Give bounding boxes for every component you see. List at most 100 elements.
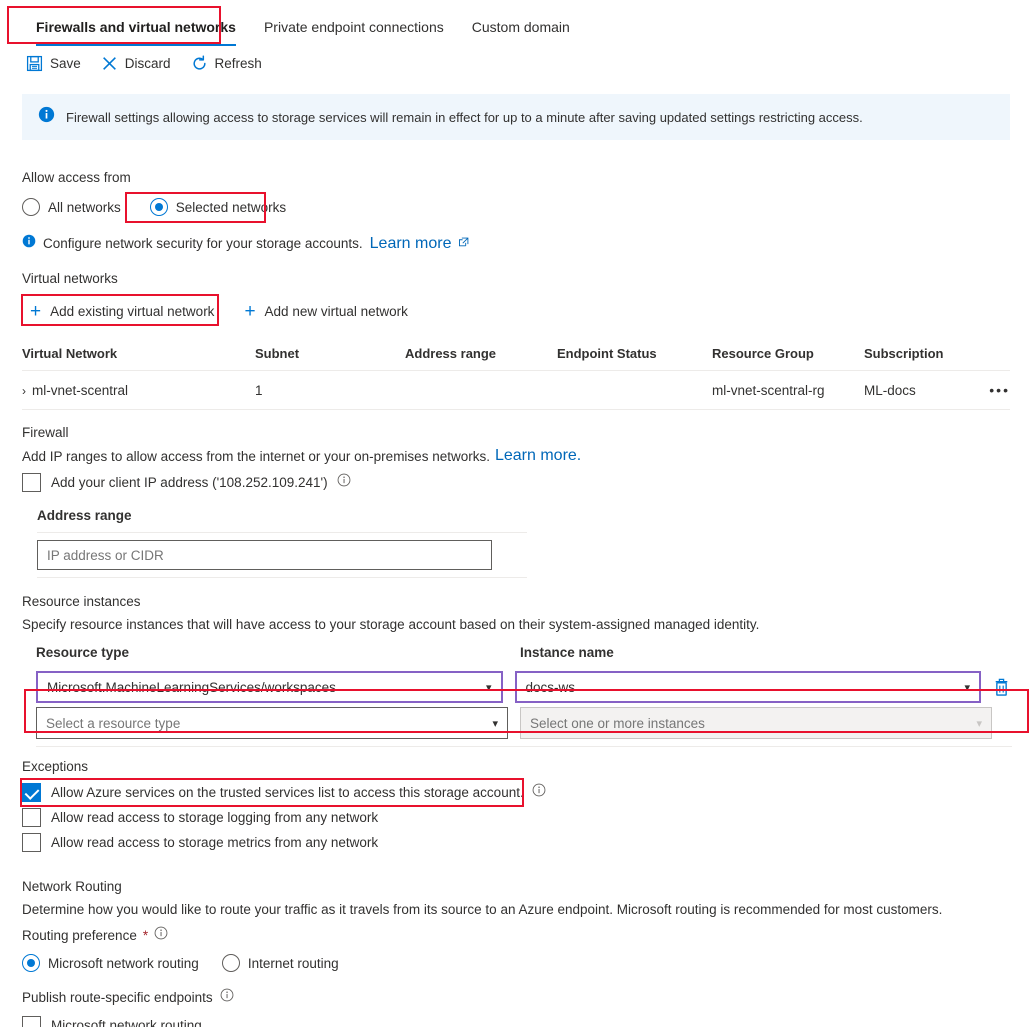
- exceptions-label: Exceptions: [22, 759, 89, 774]
- learn-more-link[interactable]: Learn more: [370, 235, 452, 253]
- divider: [37, 532, 527, 533]
- checkbox-label: Allow read access to storage logging fro…: [51, 810, 379, 825]
- radio-circle: [149, 198, 168, 216]
- chevron-down-icon: ▾: [492, 717, 498, 730]
- tab-custom-domain[interactable]: Custom domain: [458, 7, 584, 46]
- plus-icon: +: [30, 301, 42, 322]
- tab-label: Private endpoint connections: [263, 19, 444, 35]
- column-header-instance-name: Instance name: [520, 645, 614, 660]
- resource-instances-grid: Resource type Instance name Microsoft.Ma…: [24, 645, 1029, 739]
- info-icon[interactable]: [532, 783, 546, 802]
- checkbox-label: Add your client IP address ('108.252.109…: [51, 475, 328, 490]
- info-icon[interactable]: [154, 926, 168, 945]
- cell-virtual-network: › ml-vnet-scentral: [22, 370, 255, 410]
- refresh-button[interactable]: Refresh: [191, 55, 262, 72]
- virtual-networks-label: Virtual networks: [22, 271, 118, 286]
- radio-microsoft-network-routing[interactable]: Microsoft network routing: [22, 954, 199, 972]
- resource-instances-description: Specify resource instances that will hav…: [22, 617, 760, 632]
- resource-instance-row-empty: Select a resource type ▾ Select one or m…: [36, 707, 1010, 739]
- radio-internet-routing[interactable]: Internet routing: [221, 954, 339, 972]
- checkbox-allow-read-metrics[interactable]: Allow read access to storage metrics fro…: [22, 830, 1010, 855]
- save-label: Save: [50, 55, 81, 71]
- checkbox-box: [22, 808, 41, 827]
- tab-label: Custom domain: [471, 19, 570, 35]
- radio-circle: [22, 198, 40, 216]
- dropdown-instance-name-empty: Select one or more instances ▾: [520, 707, 992, 739]
- info-icon[interactable]: [337, 473, 351, 492]
- address-range-label: Address range: [37, 508, 132, 523]
- network-routing-description: Determine how you would like to route yo…: [22, 902, 943, 917]
- allow-access-from-label: Allow access from: [22, 170, 131, 185]
- add-existing-virtual-network-label: Add existing virtual network: [50, 304, 215, 319]
- trash-icon[interactable]: [993, 678, 1010, 697]
- dropdown-placeholder: Select a resource type: [46, 715, 181, 731]
- checkbox-allow-trusted-services[interactable]: Allow Azure services on the trusted serv…: [22, 783, 524, 802]
- network-security-note: Configure network security for your stor…: [22, 234, 1010, 253]
- firewall-label: Firewall: [22, 425, 69, 440]
- dropdown-placeholder: Select one or more instances: [530, 715, 705, 731]
- checkbox-allow-read-logging[interactable]: Allow read access to storage logging fro…: [22, 805, 1010, 830]
- resource-instance-row: Microsoft.MachineLearningServices/worksp…: [36, 671, 1010, 703]
- address-range-input[interactable]: [37, 540, 492, 570]
- firewall-learn-more-link[interactable]: Learn more.: [495, 447, 581, 465]
- radio-label: All networks: [48, 199, 121, 215]
- checkbox-label: Allow Azure services on the trusted serv…: [51, 785, 524, 800]
- radio-label: Internet routing: [247, 955, 339, 971]
- exceptions-list: Allow Azure services on the trusted serv…: [20, 778, 1010, 855]
- column-header-resource-type: Resource type: [36, 645, 130, 660]
- allow-access-from-radio-group: All networks Selected networks: [22, 192, 1010, 223]
- chevron-down-icon: ▾: [964, 681, 970, 694]
- save-icon: [26, 55, 43, 72]
- checkbox-publish-microsoft-network-routing[interactable]: Microsoft network routing: [22, 1016, 1010, 1027]
- info-icon[interactable]: [220, 988, 234, 1007]
- close-icon: [101, 55, 118, 72]
- column-header-resource-group: Resource Group: [712, 338, 864, 371]
- tab-firewalls-and-virtual-networks[interactable]: Firewalls and virtual networks: [22, 7, 250, 46]
- routing-preference-label-row: Routing preference *: [22, 926, 1010, 945]
- column-header-virtual-network: Virtual Network: [22, 338, 255, 371]
- vnet-name: ml-vnet-scentral: [32, 382, 129, 398]
- column-header-actions: [977, 338, 1010, 371]
- save-button[interactable]: Save: [26, 55, 81, 72]
- network-routing-label: Network Routing: [22, 879, 122, 894]
- row-context-menu-button[interactable]: •••: [989, 382, 1010, 398]
- firewalls-and-virtual-networks-page: Firewalls and virtual networks Private e…: [0, 0, 1032, 1027]
- resource-instances-column-headers: Resource type Instance name: [36, 645, 1010, 660]
- virtual-networks-toolbar: + Add existing virtual network + Add new…: [21, 294, 1010, 326]
- network-security-note-text: Configure network security for your stor…: [43, 236, 363, 251]
- exception-item-trusted-services-row: Allow Azure services on the trusted serv…: [22, 780, 1010, 805]
- radio-label: Selected networks: [175, 199, 287, 215]
- cell-subnet: 1: [255, 370, 405, 410]
- column-header-endpoint-status: Endpoint Status: [557, 338, 712, 371]
- radio-circle: [22, 954, 40, 972]
- checkbox-label: Microsoft network routing: [51, 1018, 202, 1027]
- info-icon: [22, 234, 36, 253]
- discard-button[interactable]: Discard: [101, 55, 171, 72]
- dropdown-resource-type-empty[interactable]: Select a resource type ▾: [36, 707, 508, 739]
- refresh-icon: [191, 55, 208, 72]
- routing-preference-label: Routing preference: [22, 928, 137, 943]
- radio-selected-networks[interactable]: Selected networks: [141, 193, 296, 221]
- table-row[interactable]: › ml-vnet-scentral 1 ml-vnet-scentral-rg …: [22, 370, 1010, 410]
- info-icon: [38, 106, 55, 128]
- checkbox-box: [22, 473, 41, 492]
- add-new-virtual-network-button[interactable]: + Add new virtual network: [244, 302, 407, 321]
- checkbox-add-client-ip[interactable]: Add your client IP address ('108.252.109…: [22, 473, 328, 492]
- resource-instances-label: Resource instances: [22, 594, 141, 609]
- dropdown-instance-name[interactable]: docs-ws ▾: [514, 671, 981, 703]
- radio-circle: [221, 954, 240, 972]
- chevron-right-icon[interactable]: ›: [22, 384, 26, 398]
- virtual-networks-table: Virtual Network Subnet Address range End…: [22, 338, 1010, 410]
- dropdown-value: docs-ws: [525, 679, 576, 695]
- dropdown-resource-type[interactable]: Microsoft.MachineLearningServices/worksp…: [36, 671, 503, 703]
- dropdown-value: Microsoft.MachineLearningServices/worksp…: [47, 679, 336, 695]
- add-new-virtual-network-label: Add new virtual network: [264, 304, 408, 319]
- plus-icon: +: [244, 301, 256, 322]
- firewall-description-text: Add IP ranges to allow access from the i…: [22, 448, 490, 464]
- add-existing-virtual-network-button[interactable]: + Add existing virtual network: [22, 297, 222, 326]
- tab-private-endpoint-connections[interactable]: Private endpoint connections: [250, 7, 458, 46]
- refresh-label: Refresh: [214, 55, 262, 71]
- radio-all-networks[interactable]: All networks: [22, 198, 121, 216]
- external-link-icon: [458, 235, 469, 253]
- required-asterisk: *: [142, 928, 149, 943]
